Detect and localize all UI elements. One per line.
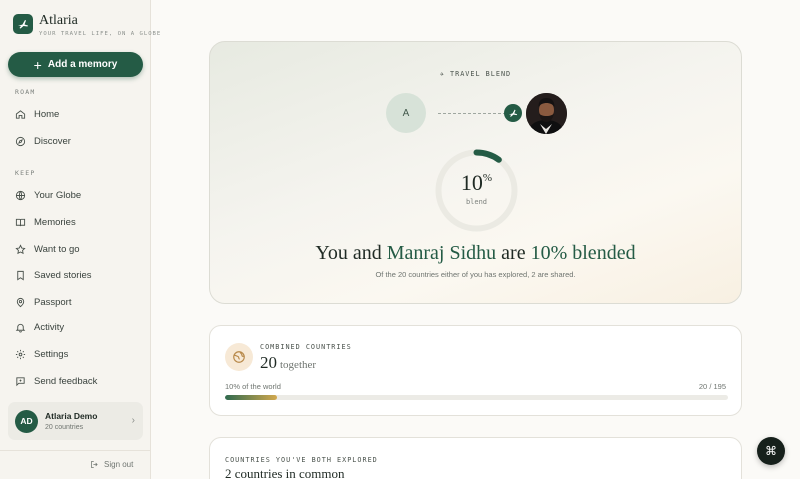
sidebar-item-memories[interactable]: Memories: [15, 215, 76, 229]
world-progress-bar: [225, 395, 728, 400]
plane-icon: ✈: [439, 70, 445, 78]
shared-countries-card: COUNTRIES YOU'VE BOTH EXPLORED 2 countri…: [209, 437, 742, 479]
divider: [0, 450, 151, 451]
sidebar-item-send-feedback[interactable]: Send feedback: [15, 374, 97, 388]
user-card[interactable]: AD Atlaria Demo 20 countries ›: [8, 402, 143, 440]
user-subtitle: 20 countries: [45, 424, 84, 431]
home-icon: [15, 109, 26, 119]
sidebar-item-passport[interactable]: Passport: [15, 295, 72, 309]
friend-avatar[interactable]: [526, 93, 567, 134]
section-label-roam: ROAM: [15, 88, 36, 96]
brand-name: Atlaria: [39, 13, 78, 28]
blend-subline: Of the 20 countries either of you has ex…: [375, 270, 576, 279]
travel-blend-label: ✈ TRAVEL BLEND: [439, 70, 512, 78]
sidebar-item-label: Your Globe: [34, 189, 82, 201]
section-label-keep: KEEP: [15, 169, 36, 177]
blend-percent: 10%: [460, 170, 493, 195]
sidebar-item-label: Want to go: [34, 243, 80, 255]
sidebar-item-home[interactable]: Home: [15, 107, 59, 121]
globe-icon: [225, 343, 253, 371]
blend-caption: blend: [465, 198, 488, 206]
chevron-right-icon: ›: [131, 415, 135, 426]
sidebar-item-label: Saved stories: [34, 269, 92, 281]
bookmark-icon: [17, 270, 24, 280]
sidebar-item-settings[interactable]: Settings: [15, 347, 68, 361]
sidebar-item-label: Send feedback: [34, 375, 98, 387]
sidebar-item-want-to-go[interactable]: Want to go: [15, 242, 80, 256]
friend-name-link[interactable]: Manraj Sidhu: [387, 242, 496, 264]
command-icon: ⌘: [765, 444, 777, 458]
world-percent-text: 10% of the world: [225, 382, 281, 391]
sidebar: Atlaria YOUR TRAVEL LIFE, ON A GLOBE + A…: [0, 0, 160, 479]
avatar: AD: [15, 409, 38, 433]
feedback-icon: [16, 376, 25, 386]
plane-logo-icon: [13, 14, 33, 34]
combined-countries-value: 20 together: [260, 353, 317, 372]
sidebar-item-label: Discover: [34, 135, 71, 147]
sign-out-label: Sign out: [104, 460, 134, 469]
compass-icon: [15, 136, 26, 146]
brand[interactable]: Atlaria YOUR TRAVEL LIFE, ON A GLOBE: [13, 14, 161, 37]
command-menu-button[interactable]: ⌘: [757, 437, 785, 465]
star-icon: [15, 243, 26, 254]
sidebar-item-label: Home: [34, 108, 60, 120]
plane-icon: [504, 104, 522, 122]
add-memory-button[interactable]: + Add a memory: [8, 52, 143, 77]
sidebar-item-label: Activity: [34, 321, 65, 333]
gear-icon: [15, 349, 26, 359]
country-count-text: 20 / 195: [698, 382, 726, 391]
book-icon: [15, 218, 26, 226]
sidebar-item-label: Settings: [34, 348, 69, 360]
bell-icon: [15, 323, 26, 333]
travel-blend-card: ✈ TRAVEL BLEND A 10% blend You and Manra…: [209, 41, 742, 304]
sidebar-item-activity[interactable]: Activity: [15, 320, 64, 334]
globe-icon: [15, 190, 26, 200]
combined-countries-card: COMBINED COUNTRIES 20 together 10% of the…: [209, 325, 742, 416]
sidebar-item-saved-stories[interactable]: Saved stories: [15, 268, 92, 282]
sign-out-button[interactable]: Sign out: [90, 460, 133, 469]
sidebar-item-your-globe[interactable]: Your Globe: [15, 188, 81, 202]
sidebar-item-discover[interactable]: Discover: [15, 134, 71, 148]
brand-tagline: YOUR TRAVEL LIFE, ON A GLOBE: [39, 31, 162, 37]
my-avatar: A: [386, 93, 426, 133]
sidebar-item-label: Memories: [34, 216, 76, 228]
shared-countries-label: COUNTRIES YOU'VE BOTH EXPLORED: [225, 456, 378, 464]
add-memory-label: Add a memory: [47, 59, 118, 70]
sidebar-item-label: Passport: [34, 296, 72, 308]
blend-headline: You and Manraj Sidhu are 10% blended: [315, 242, 636, 264]
combined-countries-label: COMBINED COUNTRIES: [260, 343, 352, 351]
location-pin-icon: [16, 297, 25, 307]
connector-line: [438, 113, 506, 114]
plus-icon: +: [33, 56, 42, 73]
shared-countries-value: 2 countries in common: [225, 466, 345, 479]
world-progress-fill: [225, 395, 277, 400]
user-name: Atlaria Demo: [45, 411, 98, 421]
sign-out-icon: [91, 461, 98, 468]
